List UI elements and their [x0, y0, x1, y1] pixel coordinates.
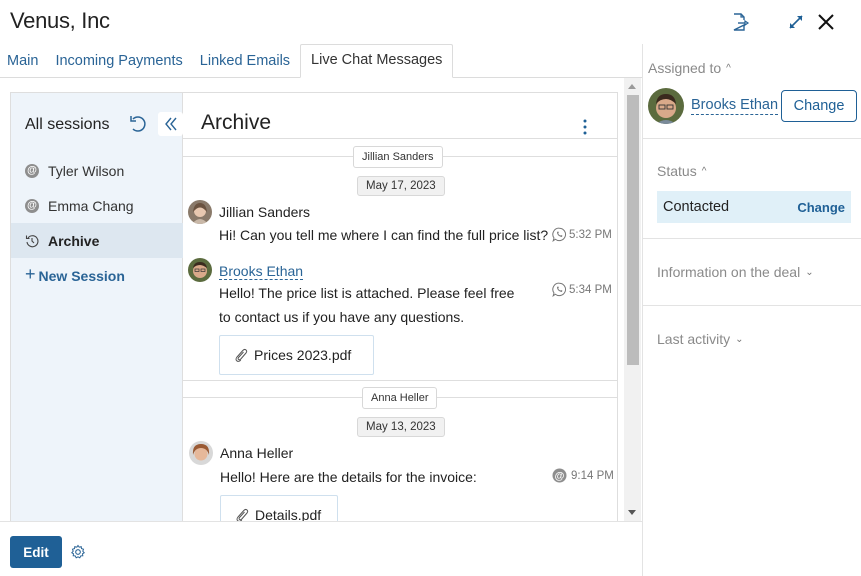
group-divider [183, 380, 617, 381]
tab-main[interactable]: Main [0, 44, 48, 78]
paperclip-icon [235, 348, 248, 362]
change-assignee-button[interactable]: Change [781, 90, 857, 122]
status-value: Contacted [663, 199, 730, 215]
expand-icon[interactable] [784, 10, 808, 34]
assigned-to-toggle[interactable]: Assigned to ^ [648, 60, 731, 76]
page-title: Venus, Inc [10, 8, 110, 33]
close-icon[interactable] [814, 10, 838, 34]
last-activity-label: Last activity [657, 331, 731, 347]
gear-icon[interactable] [70, 544, 86, 560]
session-item-archive[interactable]: Archive [11, 223, 183, 258]
history-icon [25, 234, 39, 248]
message-time: @ 9:14 PM [552, 468, 614, 483]
avatar-anna-heller [189, 441, 213, 465]
deal-info-toggle[interactable]: Information on the deal ⌄ [657, 264, 814, 280]
conversation-title: Archive [201, 111, 272, 134]
scrollbar-thumb[interactable] [627, 95, 639, 365]
email-at-icon: @ [552, 468, 567, 483]
at-icon: @ [25, 163, 39, 178]
assignee-link[interactable]: Brooks Ethan [691, 97, 779, 115]
plus-icon: + [25, 264, 36, 284]
attachment-details[interactable]: Details.pdf [220, 495, 338, 522]
attachment-name: Details.pdf [255, 507, 322, 522]
time-label: 9:14 PM [571, 469, 614, 482]
time-label: 5:34 PM [569, 283, 612, 296]
double-chevron-left-icon [164, 117, 177, 131]
message-text: Hello! Here are the details for the invo… [220, 469, 477, 485]
attachment-name: Prices 2023.pdf [254, 347, 352, 363]
scrollbar[interactable] [624, 78, 641, 522]
new-session-label: New Session [38, 267, 125, 284]
refresh-icon[interactable] [128, 113, 150, 135]
scroll-down-arrow[interactable] [628, 510, 636, 515]
status-label: Status [657, 163, 697, 179]
sessions-title: All sessions [25, 116, 110, 133]
last-activity-toggle[interactable]: Last activity ⌄ [657, 331, 744, 347]
whatsapp-icon [552, 227, 567, 242]
message-sender: Jillian Sanders [219, 204, 311, 220]
date-chip: May 13, 2023 [357, 417, 445, 437]
status-toggle[interactable]: Status ^ [657, 163, 706, 179]
avatar-brooks-ethan [188, 258, 212, 282]
message-time: 5:34 PM [552, 282, 612, 297]
attachment-prices-2023[interactable]: Prices 2023.pdf [219, 335, 374, 375]
assigned-to-label: Assigned to [648, 60, 722, 76]
tab-incoming-payments[interactable]: Incoming Payments [48, 44, 192, 78]
edit-button[interactable]: Edit [10, 536, 62, 568]
chat-container: All sessions @ Tyler Wilson @ Emma Chang… [10, 92, 618, 522]
chevron-down-icon: ⌄ [805, 266, 814, 278]
assignee-avatar [648, 88, 684, 124]
session-label: Emma Chang [48, 197, 134, 214]
scroll-up-arrow[interactable] [628, 84, 636, 89]
sessions-panel: All sessions @ Tyler Wilson @ Emma Chang… [11, 93, 183, 522]
svg-text:@: @ [555, 471, 565, 482]
paperclip-icon [236, 508, 249, 522]
section-divider [643, 305, 861, 306]
session-label: Archive [48, 232, 100, 249]
at-icon: @ [25, 198, 39, 213]
more-options-icon[interactable] [579, 117, 591, 137]
session-item-tyler-wilson[interactable]: @ Tyler Wilson [11, 153, 183, 188]
tab-live-chat-messages[interactable]: Live Chat Messages [300, 44, 454, 78]
contact-chip: Anna Heller [362, 387, 438, 409]
session-label: Tyler Wilson [48, 162, 125, 179]
right-panel-divider [642, 44, 643, 576]
section-divider [643, 138, 861, 139]
whatsapp-icon [552, 282, 567, 297]
session-item-emma-chang[interactable]: @ Emma Chang [11, 188, 183, 223]
export-document-icon[interactable] [728, 10, 752, 34]
tab-linked-emails[interactable]: Linked Emails [193, 44, 300, 78]
date-chip: May 17, 2023 [357, 176, 445, 196]
change-status-button[interactable]: Change [797, 200, 845, 215]
collapse-sessions-button[interactable] [158, 112, 183, 136]
conversation-panel: Archive Jillian Sanders May 17, 2023 Jil… [183, 93, 617, 522]
footer-divider [0, 521, 642, 522]
message-text: to contact us if you have any questions. [219, 309, 465, 325]
time-label: 5:32 PM [569, 228, 612, 241]
deal-info-label: Information on the deal [657, 264, 801, 280]
status-badge: Contacted Change [657, 191, 851, 223]
header-divider [183, 138, 617, 139]
new-session-button[interactable]: + New Session [11, 258, 183, 293]
chevron-up-icon: ^ [726, 62, 731, 74]
section-divider [643, 238, 861, 239]
contact-chip: Jillian Sanders [353, 146, 443, 168]
message-text: Hello! The price list is attached. Pleas… [219, 285, 515, 301]
message-time: 5:32 PM [552, 227, 612, 242]
chevron-up-icon: ^ [701, 165, 707, 177]
chevron-down-icon: ⌄ [735, 333, 744, 345]
message-sender: Anna Heller [220, 445, 294, 461]
tab-bar: Main Incoming Payments Linked Emails Liv… [0, 44, 454, 78]
message-text: Hi! Can you tell me where I can find the… [219, 227, 549, 243]
avatar-jillian-sanders [188, 200, 212, 224]
message-sender-link[interactable]: Brooks Ethan [219, 263, 304, 280]
